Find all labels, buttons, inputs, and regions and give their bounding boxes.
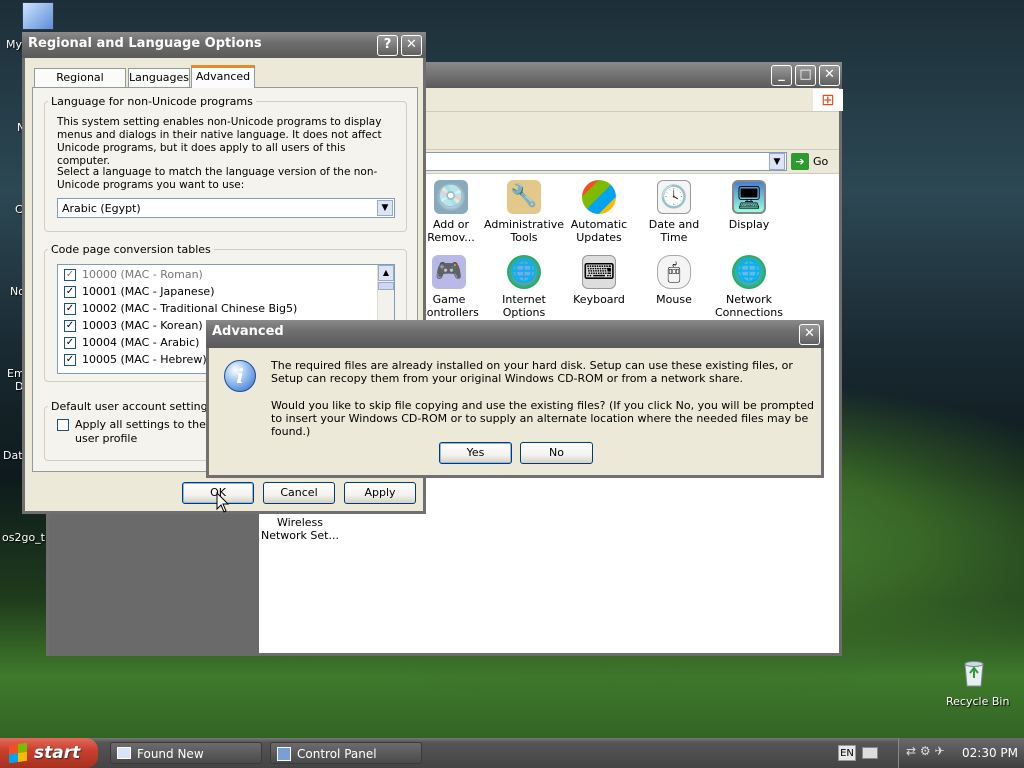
scroll-up-icon[interactable]: ▲ (378, 265, 394, 281)
non-unicode-group-label: Language for non-Unicode programs (48, 95, 256, 108)
start-button[interactable]: start (0, 738, 98, 768)
go-label[interactable]: Go (813, 155, 828, 168)
maximize-button[interactable]: □ (795, 65, 816, 86)
cp-keyboard[interactable]: ⌨ Keyboard (559, 255, 639, 306)
non-unicode-prompt: Select a language to match the language … (57, 166, 378, 191)
start-label: start (34, 743, 81, 763)
cp-internet-options[interactable]: 🌐 Internet Options (484, 255, 564, 319)
recycle-bin-icon[interactable] (958, 656, 990, 688)
go-arrow-icon[interactable]: ➔ (791, 153, 809, 170)
list-item[interactable]: ✓ 10003 (MAC - Korean) (64, 319, 203, 332)
control-panel-icon (277, 747, 291, 761)
default-user-group-label: Default user account settings (48, 400, 217, 413)
recycle-bin-label: Recycle Bin (946, 695, 1010, 708)
add-remove-programs-icon: 💿 (434, 180, 468, 214)
clock[interactable]: 02:30 PM (962, 746, 1018, 760)
cp-display[interactable]: 🖥 Display (709, 180, 789, 231)
task-found-new-hardware[interactable]: Found New Hardware... (110, 742, 262, 764)
desktop-label-os2go: os2go_tr (2, 531, 50, 544)
list-item[interactable]: ✓ 10002 (MAC - Traditional Chinese Big5) (64, 302, 297, 315)
tab-regional-options[interactable]: Regional Options (34, 68, 126, 102)
game-controllers-icon: 🎮 (432, 255, 466, 289)
cp-mouse[interactable]: 🖱 Mouse (634, 255, 714, 306)
language-select[interactable]: Arabic (Egypt) ▼ (57, 198, 395, 218)
checkbox-checked-icon[interactable]: ✓ (64, 286, 76, 298)
address-dropdown-icon[interactable]: ▼ (769, 153, 785, 170)
date-time-icon: 🕓 (657, 180, 691, 214)
apply-button[interactable]: Apply (344, 482, 416, 504)
tab-languages[interactable]: Languages (128, 68, 190, 87)
advanced-message-1: The required files are already installed… (271, 359, 793, 385)
chevron-down-icon[interactable]: ▼ (377, 200, 393, 216)
regional-title: Regional and Language Options (28, 36, 262, 51)
minimize-button[interactable]: _ (771, 65, 792, 86)
language-select-value: Arabic (Egypt) (62, 202, 141, 215)
cp-network-connections[interactable]: 🌐 Network Connections (709, 255, 789, 319)
my-computer-icon[interactable] (22, 2, 54, 30)
scroll-thumb[interactable] (378, 282, 394, 290)
keyboard-icon: ⌨ (582, 255, 616, 289)
yes-button[interactable]: Yes (439, 442, 512, 464)
checkbox-checked-icon[interactable]: ✓ (64, 354, 76, 366)
tab-advanced[interactable]: Advanced (191, 65, 255, 88)
cancel-button[interactable]: Cancel (263, 482, 335, 504)
regional-close-button[interactable]: ✕ (401, 35, 422, 56)
cp-administrative-tools[interactable]: 🔧 Administrative Tools (484, 180, 564, 244)
code-page-group-label: Code page conversion tables (48, 243, 214, 256)
close-button[interactable]: ✕ (819, 65, 840, 86)
language-indicator[interactable]: EN (838, 745, 856, 761)
internet-options-icon: 🌐 (507, 255, 541, 289)
keyboard-tray-icon[interactable] (862, 747, 878, 759)
advanced-title: Advanced (212, 324, 284, 339)
task-control-panel[interactable]: Control Panel (270, 742, 422, 764)
automatic-updates-icon (582, 180, 616, 214)
no-button[interactable]: No (520, 442, 593, 464)
info-icon: i (224, 360, 256, 392)
checkbox-checked-icon[interactable]: ✓ (64, 269, 76, 281)
checkbox-unchecked-icon[interactable] (57, 419, 69, 431)
list-item[interactable]: ✓ 10000 (MAC - Roman) (64, 268, 203, 281)
cp-automatic-updates[interactable]: Automatic Updates (559, 180, 639, 244)
apply-all-text-continued: user profile (75, 432, 138, 445)
advanced-dialog: Advanced ✕ i The required files are alre… (206, 320, 824, 478)
checkbox-checked-icon[interactable]: ✓ (64, 303, 76, 315)
non-unicode-description: This system setting enables non-Unicode … (57, 116, 382, 167)
windows-flag-icon (9, 742, 27, 764)
checkbox-checked-icon[interactable]: ✓ (64, 337, 76, 349)
mouse-cursor-icon (216, 491, 230, 517)
administrative-tools-icon: 🔧 (507, 180, 541, 214)
advanced-titlebar: Advanced (206, 320, 824, 348)
cp-wireless-network[interactable]: Wireless Network Set... (260, 516, 340, 542)
list-item[interactable]: ✓ 10004 (MAC - Arabic) (64, 336, 199, 349)
desktop-label-my: My (6, 38, 23, 51)
regional-titlebar: Regional and Language Options (22, 32, 426, 58)
advanced-close-button[interactable]: ✕ (799, 324, 820, 345)
advanced-message-2: Would you like to skip file copying and … (271, 399, 814, 438)
checkbox-checked-icon[interactable]: ✓ (64, 320, 76, 332)
hardware-icon (117, 747, 131, 759)
tray-icons[interactable]: ⇄ ⚙ ✈ (906, 744, 956, 760)
mouse-icon: 🖱 (657, 255, 691, 289)
list-item[interactable]: ✓ 10005 (MAC - Hebrew) (64, 353, 207, 366)
network-connections-icon: 🌐 (732, 255, 766, 289)
help-button[interactable]: ? (377, 35, 398, 56)
windows-logo-icon: ⊞ (813, 89, 843, 111)
cp-date-time[interactable]: 🕓 Date and Time (634, 180, 714, 244)
display-icon: 🖥 (732, 180, 766, 214)
list-item[interactable]: ✓ 10001 (MAC - Japanese) (64, 285, 214, 298)
